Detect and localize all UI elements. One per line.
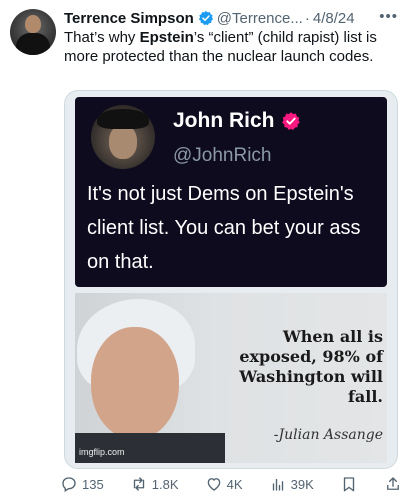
quoted-avatar (91, 105, 155, 169)
tweet-header: Terrence Simpson @Terrence... · 4/8/24 •… (64, 8, 400, 28)
avatar-body (16, 33, 50, 55)
tweet-media[interactable]: John Rich @JohnRich It's not just Dems o… (64, 90, 398, 469)
share-icon (387, 477, 399, 490)
reply-icon (62, 477, 76, 492)
quoted-name-row: John Rich (173, 109, 301, 133)
bookmark-icon (343, 477, 355, 492)
tweet-text-before: That’s why (64, 29, 140, 46)
reply-count: 135 (82, 476, 104, 492)
post-date[interactable]: 4/8/24 (313, 10, 355, 27)
quote-image: When all is exposed, 98% of Washington w… (75, 293, 387, 463)
like-button[interactable]: 4K (205, 475, 243, 493)
quoted-verified-badge-icon (281, 112, 300, 130)
image-quote-line: Washington will fall. (239, 367, 383, 406)
tweet-text: That’s why Epstein’s “client” (child rap… (64, 28, 398, 66)
views-count: 39K (290, 476, 314, 492)
author-name[interactable]: Terrence Simpson (64, 10, 194, 27)
quoted-avatar-hat (97, 109, 149, 129)
views-button[interactable]: 39K (269, 475, 314, 493)
verified-badge-icon (198, 11, 213, 26)
quoted-avatar-face (109, 125, 137, 159)
heart-icon (207, 478, 220, 491)
bookmark-button[interactable] (340, 475, 358, 493)
repost-icon (133, 477, 144, 491)
quoted-name: John Rich (173, 109, 275, 132)
more-icon[interactable]: ••• (379, 8, 398, 25)
action-bar: 135 1.8K 4K 39K (60, 474, 402, 494)
image-signature: -Julian Assange (273, 427, 383, 443)
share-button[interactable] (384, 475, 402, 493)
like-count: 4K (226, 476, 243, 492)
views-icon (272, 478, 283, 491)
tweet-text-bold: Epstein (139, 29, 194, 46)
quoted-post-screenshot: John Rich @JohnRich It's not just Dems o… (75, 97, 387, 287)
portrait-face (91, 327, 179, 439)
tweet[interactable]: Terrence Simpson @Terrence... · 4/8/24 •… (0, 0, 408, 500)
avatar-head (25, 15, 41, 33)
separator: · (304, 9, 310, 27)
author-handle[interactable]: @Terrence... (217, 10, 303, 27)
reply-button[interactable]: 135 (60, 475, 104, 493)
image-quote-text: When all is exposed, 98% of Washington w… (207, 327, 383, 407)
avatar[interactable] (10, 9, 56, 55)
quoted-text: It's not just Dems on Epstein's client l… (87, 183, 361, 273)
image-quote-line: exposed, 98% of (239, 347, 383, 366)
repost-button[interactable]: 1.8K (130, 475, 179, 493)
repost-count: 1.8K (151, 476, 179, 492)
image-quote-line: When all is (282, 327, 383, 346)
image-watermark: imgflip.com (79, 447, 125, 457)
quoted-handle: @JohnRich (173, 145, 272, 166)
